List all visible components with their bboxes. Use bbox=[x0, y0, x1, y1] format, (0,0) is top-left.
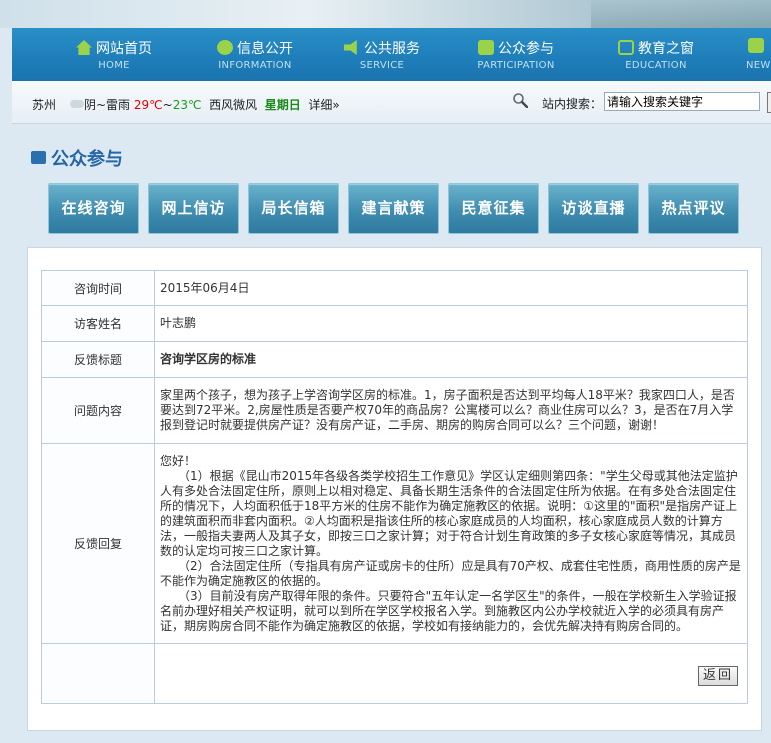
nav-participation-en: PARTICIPATION bbox=[477, 60, 555, 71]
nav-participation-label: 公众参与 bbox=[498, 41, 554, 57]
nav-home-en: HOME bbox=[98, 60, 130, 71]
weather-info: 阴~雷雨 29℃~23℃ 西风微风 星期日 详细» bbox=[70, 96, 340, 113]
visitor-label: 访客姓名 bbox=[41, 305, 155, 342]
nav-education-label: 教育之窗 bbox=[638, 41, 694, 57]
question-label: 问题内容 bbox=[41, 377, 155, 444]
time-value: 2015年06月4日 bbox=[154, 270, 748, 306]
row-reply: 反馈回复 您好！ （1）根据《昆山市2015年各级各类学校招生工作意见》学区认定… bbox=[41, 443, 748, 644]
temp-low: 23℃ bbox=[172, 98, 202, 112]
nav-news-en: NEW bbox=[746, 60, 771, 71]
temp-separator: ~ bbox=[162, 98, 173, 112]
nav-home-label: 网站首页 bbox=[96, 41, 152, 57]
nav-information-en: INFORMATION bbox=[218, 60, 292, 71]
news-icon bbox=[748, 38, 764, 53]
question-value: 家里两个孩子，想为孩子上学咨询学区房的标准。1，房子面积是否达到平均每人18平米… bbox=[154, 377, 748, 444]
title-value: 咨询学区房的标准 bbox=[154, 341, 748, 378]
search-button[interactable] bbox=[767, 92, 771, 113]
nav-news[interactable]: NEW bbox=[742, 28, 771, 81]
wind-info: 西风微风 bbox=[209, 98, 258, 112]
search-input[interactable] bbox=[604, 92, 760, 111]
search-icon bbox=[513, 93, 528, 108]
detail-panel: 咨询时间 2015年06月4日 访客姓名 叶志鹏 反馈标题 咨询学区房的标准 问… bbox=[27, 247, 762, 731]
subnav-online-consult[interactable]: 在线咨询 bbox=[48, 183, 139, 234]
home-icon bbox=[76, 40, 92, 55]
search-label: 站内搜索： bbox=[542, 97, 603, 111]
weather-detail-link[interactable]: 详细» bbox=[308, 98, 339, 112]
nav-education[interactable]: 教育之窗 EDUCATION bbox=[596, 28, 716, 81]
speaker-icon bbox=[344, 40, 357, 55]
chat-bubble-icon bbox=[217, 40, 233, 55]
nav-participation[interactable]: 公众参与 PARTICIPATION bbox=[456, 28, 576, 81]
message-icon bbox=[478, 40, 494, 55]
nav-service[interactable]: 公共服务 SERVICE bbox=[322, 28, 442, 81]
city-name: 苏州 bbox=[32, 98, 57, 112]
reply-label: 反馈回复 bbox=[41, 443, 155, 644]
subnav-hot-topics[interactable]: 热点评议 bbox=[648, 183, 739, 234]
row-time: 咨询时间 2015年06月4日 bbox=[41, 270, 748, 306]
nav-education-en: EDUCATION bbox=[625, 60, 687, 71]
detail-table: 咨询时间 2015年06月4日 访客姓名 叶志鹏 反馈标题 咨询学区房的标准 问… bbox=[41, 270, 748, 704]
nav-home[interactable]: 网站首页 HOME bbox=[54, 28, 174, 81]
subnav-director-mailbox[interactable]: 局长信箱 bbox=[248, 183, 339, 234]
banner-building-image bbox=[591, 0, 771, 28]
edit-icon bbox=[618, 40, 634, 55]
actions-cell: 返回 bbox=[154, 643, 748, 704]
section-message-icon bbox=[31, 151, 46, 164]
row-actions: 返回 bbox=[41, 643, 748, 704]
visitor-value: 叶志鹏 bbox=[154, 305, 748, 342]
title-label: 反馈标题 bbox=[41, 341, 155, 378]
weather-condition: 阴~雷雨 bbox=[84, 98, 131, 112]
subnav-suggestions[interactable]: 建言献策 bbox=[348, 183, 439, 234]
subnav-interview-live[interactable]: 访谈直播 bbox=[548, 183, 639, 234]
subnav-opinion-poll[interactable]: 民意征集 bbox=[448, 183, 539, 234]
top-banner bbox=[0, 0, 771, 28]
reply-value: 您好！ （1）根据《昆山市2015年各级各类学校招生工作意见》学区认定细则第四条… bbox=[154, 443, 748, 644]
info-bar: 苏州 阴~雷雨 29℃~23℃ 西风微风 星期日 详细» 站内搜索： bbox=[12, 81, 771, 124]
row-title: 反馈标题 咨询学区房的标准 bbox=[41, 341, 748, 378]
nav-information[interactable]: 信息公开 INFORMATION bbox=[195, 28, 315, 81]
row-question: 问题内容 家里两个孩子，想为孩子上学咨询学区房的标准。1，房子面积是否达到平均每… bbox=[41, 377, 748, 444]
time-label: 咨询时间 bbox=[41, 270, 155, 306]
row-visitor: 访客姓名 叶志鹏 bbox=[41, 305, 748, 342]
actions-label-cell bbox=[41, 643, 155, 704]
nav-information-label: 信息公开 bbox=[237, 41, 293, 57]
section-title: 公众参与 bbox=[31, 145, 123, 171]
nav-service-en: SERVICE bbox=[359, 60, 405, 71]
main-nav: 网站首页 HOME 信息公开 INFORMATION 公共服务 SERVICE … bbox=[12, 28, 771, 81]
weekday: 星期日 bbox=[264, 98, 301, 112]
nav-service-label: 公共服务 bbox=[364, 41, 420, 57]
weather-cloud-icon bbox=[70, 100, 84, 108]
back-button[interactable]: 返回 bbox=[698, 666, 738, 686]
section-title-text: 公众参与 bbox=[51, 149, 123, 170]
subnav-online-petition[interactable]: 网上信访 bbox=[148, 183, 239, 234]
temp-high: 29℃ bbox=[133, 98, 163, 112]
